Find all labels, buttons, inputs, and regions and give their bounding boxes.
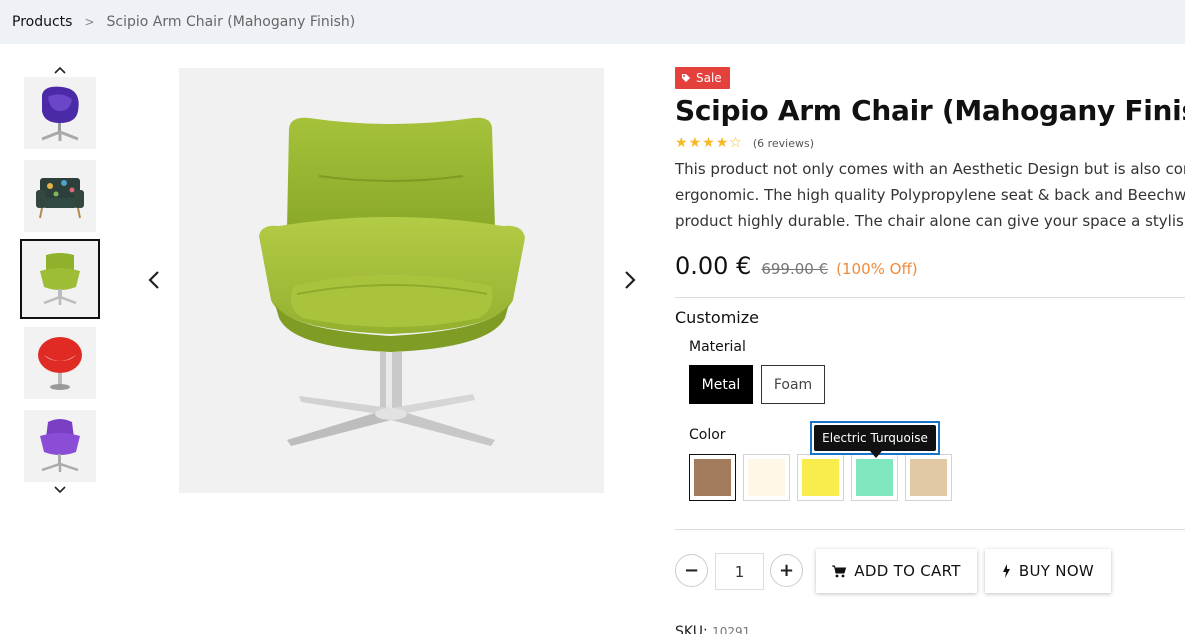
- product-description: This product not only comes with an Aest…: [675, 156, 1185, 234]
- star-filled-icon: ★: [702, 135, 715, 151]
- current-price: 0.00 €: [675, 252, 752, 280]
- star-filled-icon: ★: [715, 135, 729, 151]
- color-swatch-electric-turquoise[interactable]: [851, 454, 898, 501]
- material-option-foam[interactable]: Foam: [761, 365, 825, 404]
- divider: [675, 529, 1185, 530]
- color-tooltip: Electric Turquoise: [810, 421, 940, 458]
- swatch-fill: [694, 459, 731, 496]
- purple-swan-chair-image: [40, 419, 80, 472]
- material-option-metal[interactable]: Metal: [689, 365, 753, 404]
- customize-title: Customize: [675, 308, 759, 327]
- lightning-icon: [1002, 564, 1010, 578]
- add-to-cart-label: ADD TO CART: [854, 562, 961, 580]
- tag-icon: [682, 74, 690, 82]
- thumbnail-purple-swan-chair[interactable]: [24, 410, 96, 482]
- product-details: Sale Scipio Arm Chair (Mahogany Finish) …: [675, 0, 1185, 634]
- divider: [675, 297, 1185, 298]
- price-row: 0.00 € 699.00 € (100% Off): [675, 252, 918, 280]
- product-title: Scipio Arm Chair (Mahogany Finish): [675, 94, 1185, 127]
- green-lounge-chair-thumb-image: [40, 253, 80, 305]
- color-swatch-brown[interactable]: [689, 454, 736, 501]
- star-filled-icon: ★: [688, 135, 702, 151]
- color-label: Color: [689, 427, 726, 443]
- quantity-decrease-button[interactable]: −: [675, 554, 708, 587]
- star-filled-icon: ★: [675, 135, 688, 151]
- breadcrumb-current: Scipio Arm Chair (Mahogany Finish): [106, 14, 356, 30]
- quantity-input[interactable]: [715, 553, 764, 590]
- breadcrumb-separator: >: [84, 15, 95, 29]
- previous-image-arrow[interactable]: [142, 268, 166, 292]
- thumbnail-red-pod-chair[interactable]: [24, 327, 96, 399]
- sale-badge-label: Sale: [696, 71, 722, 85]
- discount-label: (100% Off): [836, 260, 918, 278]
- purple-egg-chair-image: [41, 86, 79, 141]
- original-price: 699.00 €: [761, 260, 829, 278]
- buy-now-button[interactable]: BUY NOW: [985, 549, 1111, 593]
- thumbnail-up-arrow[interactable]: [48, 62, 72, 78]
- red-pod-chair-image: [38, 337, 82, 390]
- description-line: product highly durable. The chair alone …: [675, 212, 1185, 230]
- quantity-increase-button[interactable]: +: [770, 554, 803, 587]
- color-swatch-yellow[interactable]: [797, 454, 844, 501]
- breadcrumb-products-link[interactable]: Products: [12, 14, 72, 30]
- thumbnail-floral-armchair[interactable]: [24, 160, 96, 232]
- sale-badge: Sale: [675, 67, 730, 89]
- main-product-image: [179, 68, 604, 493]
- thumbnail-down-arrow[interactable]: [48, 482, 72, 498]
- swatch-fill: [910, 459, 947, 496]
- thumbnail-green-lounge-chair[interactable]: [20, 239, 100, 319]
- description-line: This product not only comes with an Aest…: [675, 160, 1185, 178]
- floral-armchair-image: [36, 178, 84, 219]
- sku-value: 10291: [712, 625, 751, 634]
- swatch-fill: [748, 459, 785, 496]
- swatch-fill: [856, 459, 893, 496]
- thumbnail-purple-egg-chair[interactable]: [24, 77, 96, 149]
- description-line: ergonomic. The high quality Polypropylen…: [675, 186, 1185, 204]
- next-image-arrow[interactable]: [618, 268, 642, 292]
- sku: SKU: 10291: [675, 624, 750, 634]
- tooltip-caret: [870, 451, 882, 458]
- material-label: Material: [689, 339, 746, 355]
- rating: ★ ★ ★ ★ ☆ (6 reviews): [675, 136, 814, 150]
- swatch-fill: [802, 459, 839, 496]
- tooltip-text: Electric Turquoise: [814, 425, 936, 451]
- color-swatch-cream[interactable]: [743, 454, 790, 501]
- add-to-cart-button[interactable]: ADD TO CART: [816, 549, 977, 593]
- sku-label: SKU:: [675, 624, 708, 634]
- green-lounge-chair-image: [259, 117, 525, 446]
- star-empty-icon: ☆: [729, 135, 742, 151]
- cart-icon: [832, 565, 847, 577]
- reviews-link[interactable]: (6 reviews): [753, 137, 814, 150]
- buy-now-label: BUY NOW: [1018, 562, 1095, 580]
- color-swatch-beige[interactable]: [905, 454, 952, 501]
